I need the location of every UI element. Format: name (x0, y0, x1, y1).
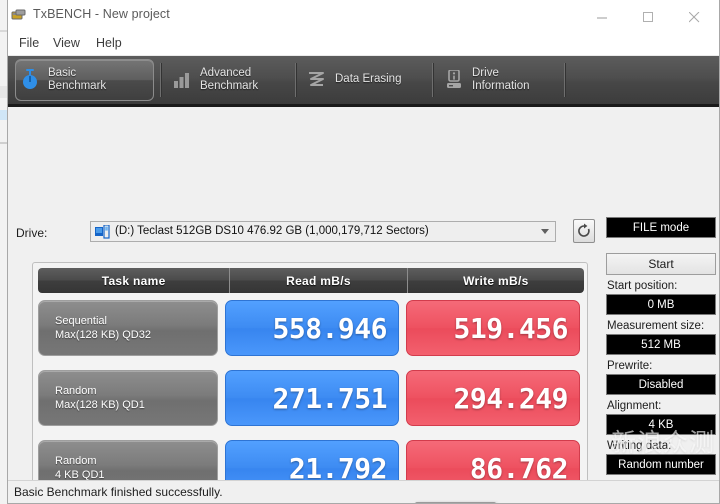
tab-data-erasing[interactable]: Data Erasing (303, 59, 443, 101)
maximize-button[interactable] (627, 0, 673, 31)
task-line-1: Sequential (55, 315, 107, 327)
minimize-button[interactable] (581, 0, 627, 31)
erase-icon (303, 71, 331, 89)
task-name-cell[interactable]: Random Max(128 KB) QD1 (38, 370, 218, 426)
results-panel: Task name Read mB/s Write mB/s Sequentia… (32, 262, 588, 503)
menu-item-file[interactable]: File (13, 35, 45, 51)
chevron-down-icon[interactable] (541, 229, 549, 234)
task-line-2: Max(128 KB) QD32 (55, 329, 151, 341)
tab-strip: Basic Benchmark Advanced Benchmark Data … (8, 56, 719, 107)
rescan-button[interactable] (573, 219, 595, 243)
content-area: Drive: (D:) Teclast 512GB DS10 476.92 GB… (8, 107, 719, 503)
writing-data-label: Writing data: (607, 440, 672, 452)
drive-icon (440, 70, 468, 90)
start-button[interactable]: Start (606, 253, 716, 275)
table-row: Random Max(128 KB) QD1 271.751 294.249 (38, 370, 584, 426)
app-icon (11, 8, 27, 22)
column-header-read: Read mB/s (229, 268, 406, 293)
close-button[interactable] (673, 0, 719, 31)
tab-label: Data Erasing (335, 73, 402, 86)
alignment-value[interactable]: 4 KB (606, 414, 716, 435)
read-value: 558.946 (225, 300, 399, 356)
status-bar: Basic Benchmark finished successfully. (8, 480, 719, 503)
tab-label: Basic Benchmark (48, 66, 107, 93)
prewrite-value[interactable]: Disabled (606, 374, 716, 395)
write-value: 519.456 (406, 300, 580, 356)
write-value: 294.249 (406, 370, 580, 426)
window-title: TxBENCH - New project (33, 7, 170, 21)
writing-data-value[interactable]: Random number (606, 454, 716, 475)
results-header-row: Task name Read mB/s Write mB/s (38, 268, 584, 293)
tab-drive-information[interactable]: Drive Information (440, 59, 560, 101)
txbench-window: TxBENCH - New project File View Help Bas… (7, 0, 720, 504)
title-bar: TxBENCH - New project (8, 0, 719, 32)
options-sidebar: FILE mode Start Start position: 0 MB Mea… (606, 217, 716, 503)
menu-bar: File View Help (8, 32, 719, 56)
alignment-label: Alignment: (607, 400, 662, 412)
stopwatch-icon (16, 69, 44, 91)
mode-display[interactable]: FILE mode (606, 217, 716, 238)
drive-label: Drive: (16, 226, 48, 240)
measurement-size-label: Measurement size: (607, 320, 705, 332)
task-line-2: Max(128 KB) QD1 (55, 399, 145, 411)
desktop: TxBENCH - New project File View Help Bas… (0, 0, 720, 504)
table-row: Sequential Max(128 KB) QD32 558.946 519.… (38, 300, 584, 356)
start-position-value[interactable]: 0 MB (606, 294, 716, 315)
menu-item-help[interactable]: Help (90, 35, 128, 51)
status-text: Basic Benchmark finished successfully. (14, 485, 223, 499)
tab-label: Drive Information (472, 66, 530, 93)
prewrite-label: Prewrite: (607, 360, 653, 372)
measurement-size-value[interactable]: 512 MB (606, 334, 716, 355)
tab-label: Advanced Benchmark (200, 66, 259, 93)
drive-select[interactable]: (D:) Teclast 512GB DS10 476.92 GB (1,000… (90, 221, 556, 242)
disk-icon (95, 224, 110, 244)
task-line-1: Random (55, 455, 97, 467)
task-name-cell[interactable]: Sequential Max(128 KB) QD32 (38, 300, 218, 356)
read-value: 271.751 (225, 370, 399, 426)
menu-item-view[interactable]: View (47, 35, 86, 51)
column-header-task-name: Task name (101, 273, 166, 288)
drive-selected-value: (D:) Teclast 512GB DS10 476.92 GB (1,000… (115, 225, 429, 237)
tab-basic-benchmark[interactable]: Basic Benchmark (15, 59, 154, 101)
task-line-1: Random (55, 385, 97, 397)
bar-chart-icon (168, 72, 196, 88)
start-position-label: Start position: (607, 280, 678, 292)
tab-advanced-benchmark[interactable]: Advanced Benchmark (168, 59, 303, 101)
column-header-write: Write mB/s (406, 268, 584, 293)
